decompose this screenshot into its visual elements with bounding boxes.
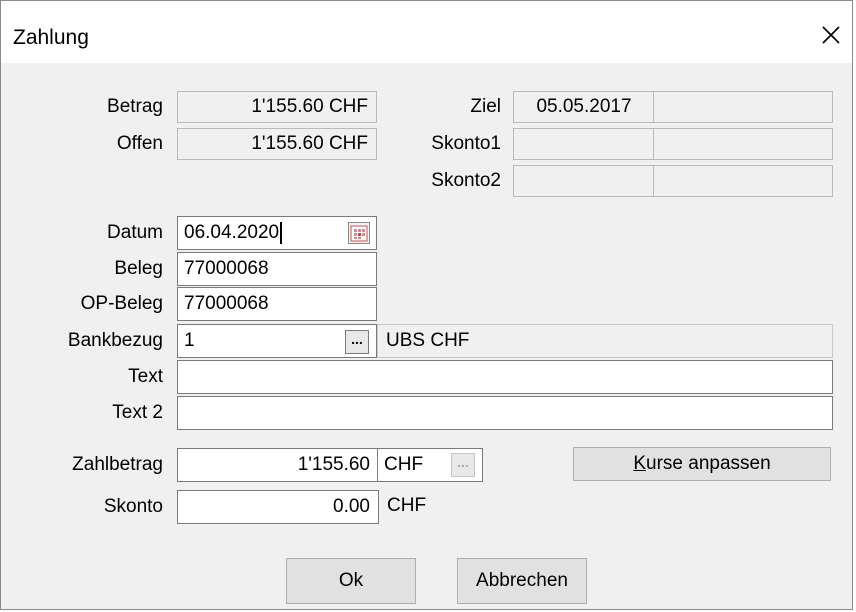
close-button[interactable] xyxy=(811,15,851,55)
skonto2-extra xyxy=(653,165,833,197)
text-caret xyxy=(280,221,283,244)
datum-value: 06.04.2020 xyxy=(184,222,280,243)
bankbezug-name: UBS CHF xyxy=(377,324,833,358)
cancel-button[interactable]: Abbrechen xyxy=(457,558,587,604)
datum-field[interactable]: 06.04.2020 xyxy=(177,216,377,250)
calendar-button[interactable] xyxy=(348,222,370,244)
text2-field[interactable] xyxy=(177,396,833,430)
ok-button[interactable]: Ok xyxy=(286,558,416,604)
text-field[interactable] xyxy=(177,360,833,394)
opbeleg-field[interactable]: 77000068 xyxy=(177,287,377,321)
close-icon xyxy=(822,26,840,44)
beleg-label: Beleg xyxy=(114,258,163,279)
datum-label: Datum xyxy=(107,222,163,243)
skonto2-value xyxy=(513,165,655,197)
kurse-anpassen-button[interactable]: Kurse anpassen xyxy=(573,447,831,481)
skonto-currency: CHF xyxy=(387,495,427,516)
skonto1-label: Skonto1 xyxy=(431,133,501,154)
skonto1-extra xyxy=(653,128,833,160)
kurse-label: urse anpassen xyxy=(646,453,771,474)
beleg-field[interactable]: 77000068 xyxy=(177,252,377,286)
bankbezug-browse-button[interactable]: ... xyxy=(345,330,369,354)
currency-browse-button[interactable]: ... xyxy=(451,453,475,477)
bankbezug-label: Bankbezug xyxy=(67,330,163,351)
text2-label: Text 2 xyxy=(112,402,163,423)
ziel-label: Ziel xyxy=(470,96,501,117)
window-title: Zahlung xyxy=(13,26,89,49)
offen-value: 1'155.60 CHF xyxy=(177,128,377,160)
skonto-field[interactable]: 0.00 xyxy=(177,490,379,524)
skonto-label: Skonto xyxy=(103,496,163,517)
kurse-accelerator: K xyxy=(633,453,647,474)
title-bar: Zahlung xyxy=(1,1,852,63)
skonto2-label: Skonto2 xyxy=(431,170,501,191)
calendar-icon xyxy=(350,225,368,242)
text-label: Text xyxy=(128,366,163,387)
betrag-value: 1'155.60 CHF xyxy=(177,91,377,123)
betrag-label: Betrag xyxy=(107,96,163,117)
skonto1-value xyxy=(513,128,655,160)
opbeleg-label: OP-Beleg xyxy=(80,293,163,314)
ziel-extra xyxy=(653,91,833,123)
payment-dialog: Zahlung Betrag 1'155.60 CHF Offen 1'155.… xyxy=(0,0,853,610)
ziel-value: 05.05.2017 xyxy=(513,91,655,123)
offen-label: Offen xyxy=(116,133,163,154)
zahlbetrag-field[interactable]: 1'155.60 xyxy=(177,448,379,482)
zahlbetrag-label: Zahlbetrag xyxy=(72,454,163,475)
